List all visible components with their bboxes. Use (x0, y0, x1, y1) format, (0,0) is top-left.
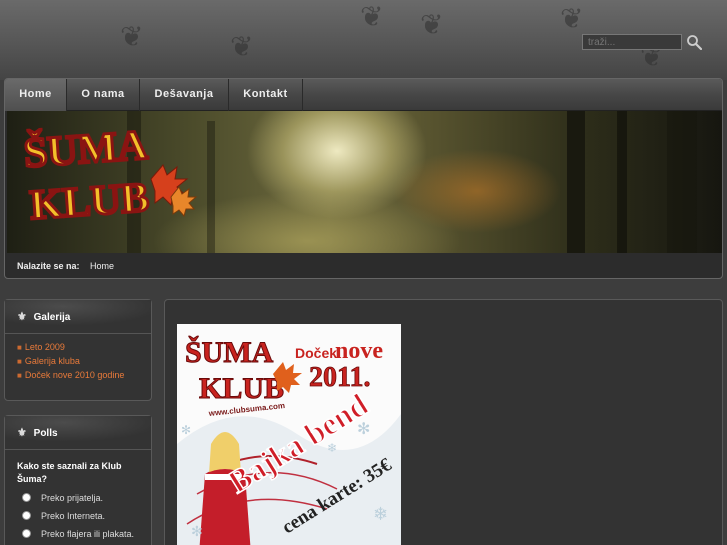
breadcrumb: Nalazite se na: Home (17, 261, 114, 271)
polls-title: Polls (33, 428, 58, 439)
leaf-decoration: ❦ (360, 1, 384, 32)
header-frame: Home O nama Dešavanja Kontakt ŠUMA KLUB … (4, 78, 723, 279)
leaf-decoration: ❦ (120, 21, 144, 52)
fleur-icon: ⚜ (17, 427, 27, 439)
radio-button[interactable] (22, 493, 31, 502)
fleur-icon: ⚜ (17, 311, 27, 323)
gallery-item[interactable]: ■ Galerija kluba (17, 356, 151, 366)
svg-text:nove: nove (335, 338, 383, 364)
poster-artwork: ŠUMA KLUB Doček nove 2011. www.clubsuma.… (177, 324, 401, 545)
header-background: ❦ ❦ ❦ ❦ ❦ ❦ (0, 0, 727, 80)
header-banner: ŠUMA KLUB (7, 111, 722, 253)
nav-item-o-nama[interactable]: O nama (67, 79, 140, 111)
radio-button[interactable] (22, 511, 31, 520)
gallery-list: ■ Leto 2009 ■ Galerija kluba ■ Doček nove 2… (5, 334, 151, 380)
main-nav: Home O nama Dešavanja Kontakt (5, 79, 722, 111)
leaf-decoration: ❦ (420, 9, 444, 40)
event-poster[interactable]: ŠUMA KLUB Doček nove 2011. www.clubsuma.… (177, 324, 401, 545)
nav-item-home[interactable]: Home (5, 79, 67, 111)
svg-text:❄: ❄ (373, 504, 388, 524)
polls-module: ⚜ Polls Kako ste saznali za Klub Šuma? P… (4, 415, 152, 545)
suma-klub-logo: ŠUMA KLUB (21, 119, 198, 229)
svg-text:2011.: 2011. (309, 362, 370, 393)
gallery-module: ⚜ Galerija ■ Leto 2009 ■ Galerija kluba ■ D… (4, 299, 152, 401)
poll-option[interactable]: Preko flajera ili plakata. (5, 527, 151, 540)
svg-text:✻: ✻ (181, 423, 191, 437)
breadcrumb-label: Nalazite se na: (17, 261, 80, 271)
leaf-decoration: ❦ (560, 3, 584, 34)
gallery-item[interactable]: ■ Leto 2009 (17, 342, 151, 352)
gallery-title: Galerija (33, 312, 71, 323)
poll-question: Kako ste saznali za Klub Šuma? (17, 461, 122, 484)
search-icon[interactable] (686, 34, 702, 50)
svg-text:ŠUMA: ŠUMA (22, 120, 149, 177)
gallery-module-header: ⚜ Galerija (5, 300, 151, 334)
svg-text:✻: ✻ (357, 421, 370, 438)
poll-option[interactable]: Preko prijatelja. (5, 491, 151, 504)
svg-text:Doček: Doček (295, 345, 337, 361)
svg-text:KLUB: KLUB (28, 175, 150, 229)
nav-item-kontakt[interactable]: Kontakt (229, 79, 303, 111)
gallery-item[interactable]: ■ Doček nove 2010 godine (17, 370, 151, 380)
svg-text:ŠUMA: ŠUMA (185, 336, 274, 369)
polls-module-header: ⚜ Polls (5, 416, 151, 450)
poll-option[interactable]: Preko Interneta. (5, 509, 151, 522)
breadcrumb-current[interactable]: Home (90, 261, 114, 271)
svg-text:❄: ❄ (327, 441, 337, 455)
radio-button[interactable] (22, 529, 31, 538)
search-input[interactable] (582, 34, 682, 50)
svg-text:✻: ✻ (191, 523, 203, 539)
nav-item-desavanja[interactable]: Dešavanja (140, 79, 229, 111)
svg-text:KLUB: KLUB (199, 372, 284, 405)
leaf-decoration: ❦ (230, 31, 254, 62)
